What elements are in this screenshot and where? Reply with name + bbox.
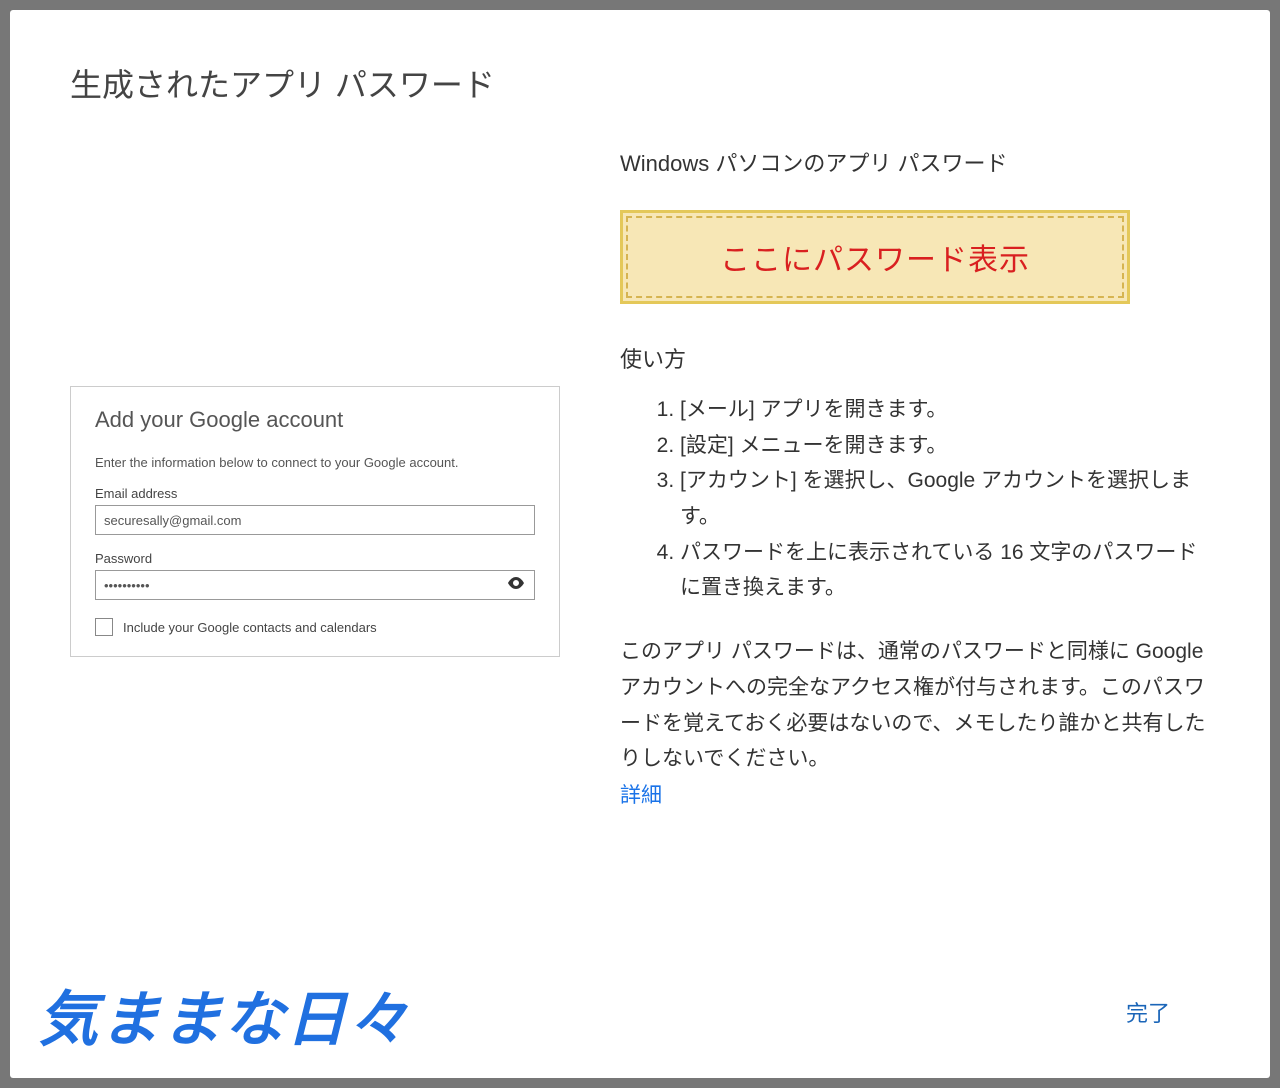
google-account-card: Add your Google account Enter the inform…	[70, 386, 560, 657]
email-label: Email address	[95, 486, 535, 501]
step-item: [メール] アプリを開きます。	[680, 392, 1210, 428]
step-item: [アカウント] を選択し、Google アカウントを選択します。	[680, 463, 1210, 534]
subheading: Windows パソコンのアプリ パスワード	[620, 146, 1210, 178]
right-column: Windows パソコンのアプリ パスワード ここにパスワード表示 使い方 [メ…	[620, 146, 1210, 809]
checkbox-icon[interactable]	[95, 618, 113, 636]
card-subtitle: Enter the information below to connect t…	[95, 455, 535, 470]
usage-title: 使い方	[620, 342, 1210, 374]
include-contacts-row[interactable]: Include your Google contacts and calenda…	[95, 618, 535, 636]
page-title: 生成されたアプリ パスワード	[70, 60, 1210, 106]
left-column: Add your Google account Enter the inform…	[70, 146, 560, 809]
password-field-group: Password	[95, 551, 535, 600]
note-text: このアプリ パスワードは、通常のパスワードと同様に Google アカウントへの…	[620, 634, 1210, 777]
card-title: Add your Google account	[95, 407, 535, 433]
done-button[interactable]: 完了	[1126, 996, 1170, 1028]
steps-list: [メール] アプリを開きます。 [設定] メニューを開きます。 [アカウント] …	[620, 392, 1210, 606]
app-password-modal: 生成されたアプリ パスワード Add your Google account E…	[10, 10, 1270, 1078]
email-input[interactable]	[95, 505, 535, 535]
password-label: Password	[95, 551, 535, 566]
checkbox-label: Include your Google contacts and calenda…	[123, 620, 377, 635]
content-wrapper: Add your Google account Enter the inform…	[70, 146, 1210, 809]
step-item: [設定] メニューを開きます。	[680, 428, 1210, 464]
password-display-box: ここにパスワード表示	[620, 210, 1130, 304]
password-input[interactable]	[95, 570, 535, 600]
eye-icon[interactable]	[507, 576, 525, 594]
password-display-text: ここにパスワード表示	[720, 244, 1030, 277]
email-field-group: Email address	[95, 486, 535, 535]
watermark-text: 気ままな日々	[38, 971, 410, 1058]
step-item: パスワードを上に表示されている 16 文字のパスワードに置き換えます。	[680, 535, 1210, 606]
password-input-wrap	[95, 570, 535, 600]
detail-link[interactable]: 詳細	[620, 784, 662, 807]
